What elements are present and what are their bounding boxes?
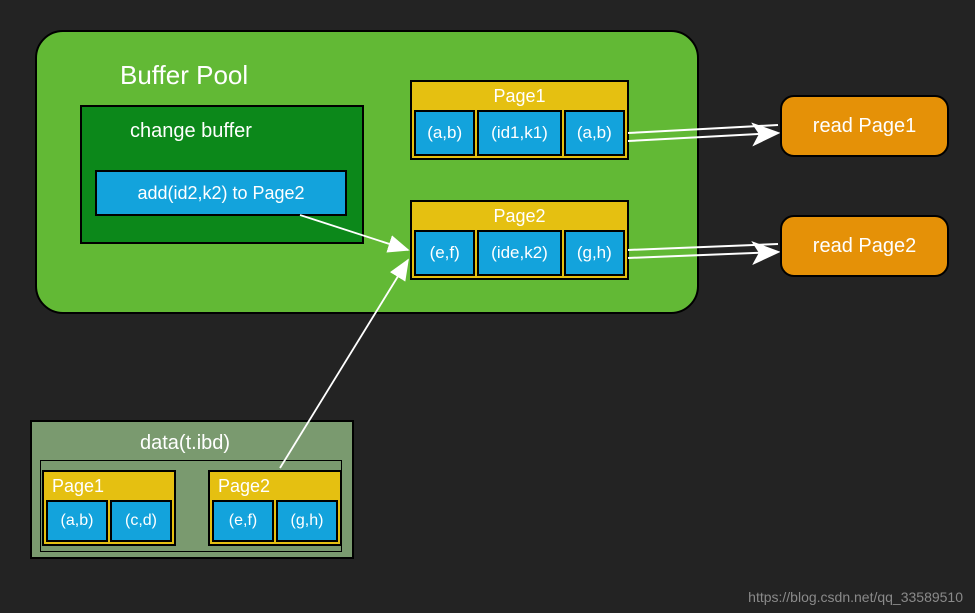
buffer-pool-title: Buffer Pool: [120, 60, 248, 91]
bp-page2-cell: (g,h): [564, 230, 625, 276]
read-page1-action: read Page1: [780, 95, 949, 157]
ibd-page1-title: Page1: [44, 472, 174, 500]
ibd-title: data(t.ibd): [140, 432, 230, 455]
bp-page2-cell: (e,f): [414, 230, 475, 276]
bp-page2-title: Page2: [412, 202, 627, 230]
read-page2-action: read Page2: [780, 215, 949, 277]
bp-page1-cell: (id1,k1): [477, 110, 561, 156]
bp-page2-cell: (ide,k2): [477, 230, 561, 276]
change-buffer-title: change buffer: [130, 120, 252, 143]
ibd-page2-cell: (g,h): [276, 500, 338, 542]
bp-page1: Page1 (a,b) (id1,k1) (a,b): [410, 80, 629, 160]
bp-page1-cell: (a,b): [414, 110, 475, 156]
ibd-page2-title: Page2: [210, 472, 340, 500]
ibd-page2-cell: (e,f): [212, 500, 274, 542]
bp-page1-title: Page1: [412, 82, 627, 110]
bp-page1-cell: (a,b): [564, 110, 625, 156]
ibd-page1-cell: (c,d): [110, 500, 172, 542]
ibd-page1-cell: (a,b): [46, 500, 108, 542]
watermark: https://blog.csdn.net/qq_33589510: [748, 589, 963, 605]
change-buffer-entry: add(id2,k2) to Page2: [95, 170, 347, 216]
ibd-page1: Page1 (a,b) (c,d): [42, 470, 176, 546]
bp-page2: Page2 (e,f) (ide,k2) (g,h): [410, 200, 629, 280]
ibd-page2: Page2 (e,f) (g,h): [208, 470, 342, 546]
